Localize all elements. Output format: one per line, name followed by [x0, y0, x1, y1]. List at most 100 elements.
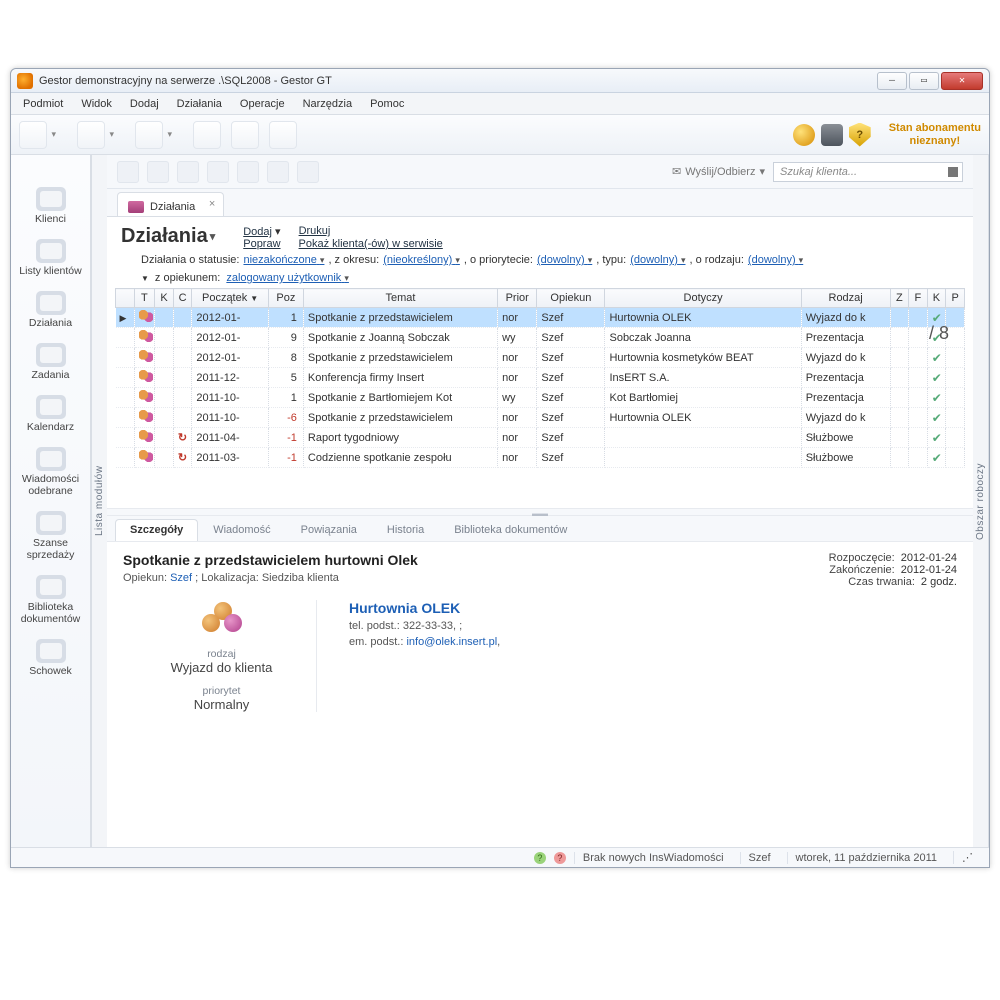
filter-type[interactable]: (dowolny) ▾	[630, 254, 685, 266]
module-klienci[interactable]: Klienci	[16, 185, 86, 231]
module-schowek[interactable]: Schowek	[16, 637, 86, 683]
tool-open[interactable]	[77, 121, 105, 149]
workspace-handle[interactable]: Obszar roboczy	[973, 155, 989, 847]
grid-col-9[interactable]: Dotyczy	[605, 289, 801, 308]
ct-btn-4[interactable]	[207, 161, 229, 183]
action-show-client[interactable]: Pokaż klienta(-ów) w serwisie	[299, 238, 443, 250]
menu-dzialania[interactable]: Działania	[169, 96, 230, 112]
grid-col-1[interactable]: T	[134, 289, 155, 308]
filter-kind[interactable]: (dowolny) ▾	[748, 254, 803, 266]
table-row[interactable]: 2011-10-1Spotkanie z Bartłomiejem KotwyS…	[116, 388, 965, 408]
filter-owner[interactable]: zalogowany użytkownik ▾	[226, 272, 349, 284]
grid-col-3[interactable]: C	[173, 289, 192, 308]
app-icon	[17, 73, 33, 89]
action-print[interactable]: Drukuj	[299, 225, 331, 238]
tab-close-icon[interactable]: ×	[209, 198, 215, 210]
splitter[interactable]: ▬▬	[107, 508, 973, 516]
titlebar: Gestor demonstracyjny na serwerze .\SQL2…	[11, 69, 989, 93]
detail-client-link[interactable]: Hurtownia OLEK	[349, 600, 500, 616]
page-title[interactable]: Działania▾	[121, 225, 215, 248]
ct-btn-1[interactable]	[117, 161, 139, 183]
menu-narzedzia[interactable]: Narzędzia	[295, 96, 361, 112]
filter-bar: Działania o statusie: niezakończone ▾ , …	[107, 252, 973, 270]
people-icon	[194, 600, 250, 644]
grid-col-7[interactable]: Prior	[498, 289, 537, 308]
status-help-red-icon[interactable]: ?	[554, 852, 566, 864]
action-add[interactable]: Dodaj	[243, 226, 272, 238]
filter-period[interactable]: (nieokreślony) ▾	[383, 254, 460, 266]
module-dzialania[interactable]: Działania	[16, 289, 86, 335]
module-zadania[interactable]: Zadania	[16, 341, 86, 387]
table-row[interactable]: 2011-10--6Spotkanie z przedstawicielemno…	[116, 408, 965, 428]
filter-status[interactable]: niezakończone ▾	[243, 254, 324, 266]
detail-tab-wiadomosc[interactable]: Wiadomość	[198, 519, 285, 541]
menu-widok[interactable]: Widok	[73, 96, 120, 112]
detail-client-block: Hurtownia OLEK tel. podst.: 322-33-33, ;…	[349, 600, 500, 712]
grid-col-10[interactable]: Rodzaj	[801, 289, 890, 308]
close-button[interactable]: ✕	[941, 72, 983, 90]
detail-owner-link[interactable]: Szef	[170, 572, 192, 584]
subscription-status: Stan abonamentu nieznany!	[889, 122, 981, 146]
detail-dates: Rozpoczęcie:2012-01-24 Zakończenie:2012-…	[785, 552, 957, 588]
menubar: Podmiot Widok Dodaj Działania Operacje N…	[11, 93, 989, 115]
grid-col-0[interactable]	[116, 289, 135, 308]
table-row[interactable]: 2011-12-5Konferencja firmy InsertnorSzef…	[116, 368, 965, 388]
window-title: Gestor demonstracyjny na serwerze .\SQL2…	[39, 75, 875, 87]
table-row[interactable]: 2012-01-1Spotkanie z przedstawicielemnor…	[116, 308, 965, 328]
globe-icon[interactable]	[793, 124, 815, 146]
ct-btn-7[interactable]	[297, 161, 319, 183]
tool-new[interactable]	[19, 121, 47, 149]
grid-col-11[interactable]: Z	[890, 289, 909, 308]
minimize-button[interactable]: —	[877, 72, 907, 90]
grid-col-4[interactable]: Początek ▼	[192, 289, 268, 308]
module-biblioteka[interactable]: Biblioteka dokumentów	[16, 573, 86, 631]
menu-pomoc[interactable]: Pomoc	[362, 96, 412, 112]
activities-grid[interactable]: TKCPoczątek ▼PozTematPriorOpiekunDotyczy…	[115, 288, 965, 468]
module-kalendarz[interactable]: Kalendarz	[16, 393, 86, 439]
ct-btn-2[interactable]	[147, 161, 169, 183]
detail-tab-biblioteka[interactable]: Biblioteka dokumentów	[439, 519, 582, 541]
search-go-icon[interactable]	[948, 167, 958, 177]
shield-icon[interactable]: ?	[849, 123, 871, 147]
tab-dzialania[interactable]: Działania ×	[117, 192, 224, 216]
module-wiadomosci[interactable]: Wiadomości odebrane	[16, 445, 86, 503]
detail-tab-historia[interactable]: Historia	[372, 519, 439, 541]
grid-col-5[interactable]: Poz	[268, 289, 303, 308]
detail-tab-szczegoly[interactable]: Szczegóły	[115, 519, 198, 541]
ct-btn-5[interactable]	[237, 161, 259, 183]
tool-print[interactable]	[135, 121, 163, 149]
menu-podmiot[interactable]: Podmiot	[15, 96, 71, 112]
module-list-handle[interactable]: Lista modułów	[91, 155, 107, 847]
menu-operacje[interactable]: Operacje	[232, 96, 293, 112]
detail-email-link[interactable]: info@olek.insert.pl	[406, 636, 497, 648]
client-search-input[interactable]: Szukaj klienta...	[773, 162, 963, 182]
tool-mail[interactable]	[231, 121, 259, 149]
table-row[interactable]: ↻2011-04--1Raport tygodniowynorSzefSłużb…	[116, 428, 965, 448]
module-sidebar: Klienci Listy klientów Działania Zadania…	[11, 155, 91, 847]
tool-edit[interactable]	[193, 121, 221, 149]
content-toolbar: ✉Wyślij/Odbierz▾ Szukaj klienta...	[107, 155, 973, 189]
table-row[interactable]: ↻2011-03--1Codzienne spotkanie zespołuno…	[116, 448, 965, 468]
status-help-green-icon[interactable]: ?	[534, 852, 546, 864]
detail-tab-powiazania[interactable]: Powiązania	[286, 519, 372, 541]
table-row[interactable]: 2012-01-9Spotkanie z Joanną SobczakwySze…	[116, 328, 965, 348]
send-receive-button[interactable]: ✉Wyślij/Odbierz▾	[672, 165, 765, 178]
filter-priority[interactable]: (dowolny) ▾	[537, 254, 592, 266]
module-listy[interactable]: Listy klientów	[16, 237, 86, 283]
cube-icon[interactable]	[821, 124, 843, 146]
tool-device[interactable]	[269, 121, 297, 149]
action-fix[interactable]: Popraw	[243, 238, 280, 250]
maximize-button[interactable]: ▭	[909, 72, 939, 90]
ct-btn-6[interactable]	[267, 161, 289, 183]
module-szanse[interactable]: Szanse sprzedaży	[16, 509, 86, 567]
grid-col-2[interactable]: K	[155, 289, 174, 308]
statusbar: ? ? Brak nowych InsWiadomości Szef wtore…	[11, 847, 989, 867]
grid-col-14[interactable]: P	[946, 289, 965, 308]
ct-btn-3[interactable]	[177, 161, 199, 183]
grid-col-12[interactable]: F	[909, 289, 928, 308]
menu-dodaj[interactable]: Dodaj	[122, 96, 167, 112]
grid-col-8[interactable]: Opiekun	[537, 289, 605, 308]
table-row[interactable]: 2012-01-8Spotkanie z przedstawicielemnor…	[116, 348, 965, 368]
grid-col-13[interactable]: K	[927, 289, 946, 308]
grid-col-6[interactable]: Temat	[303, 289, 497, 308]
